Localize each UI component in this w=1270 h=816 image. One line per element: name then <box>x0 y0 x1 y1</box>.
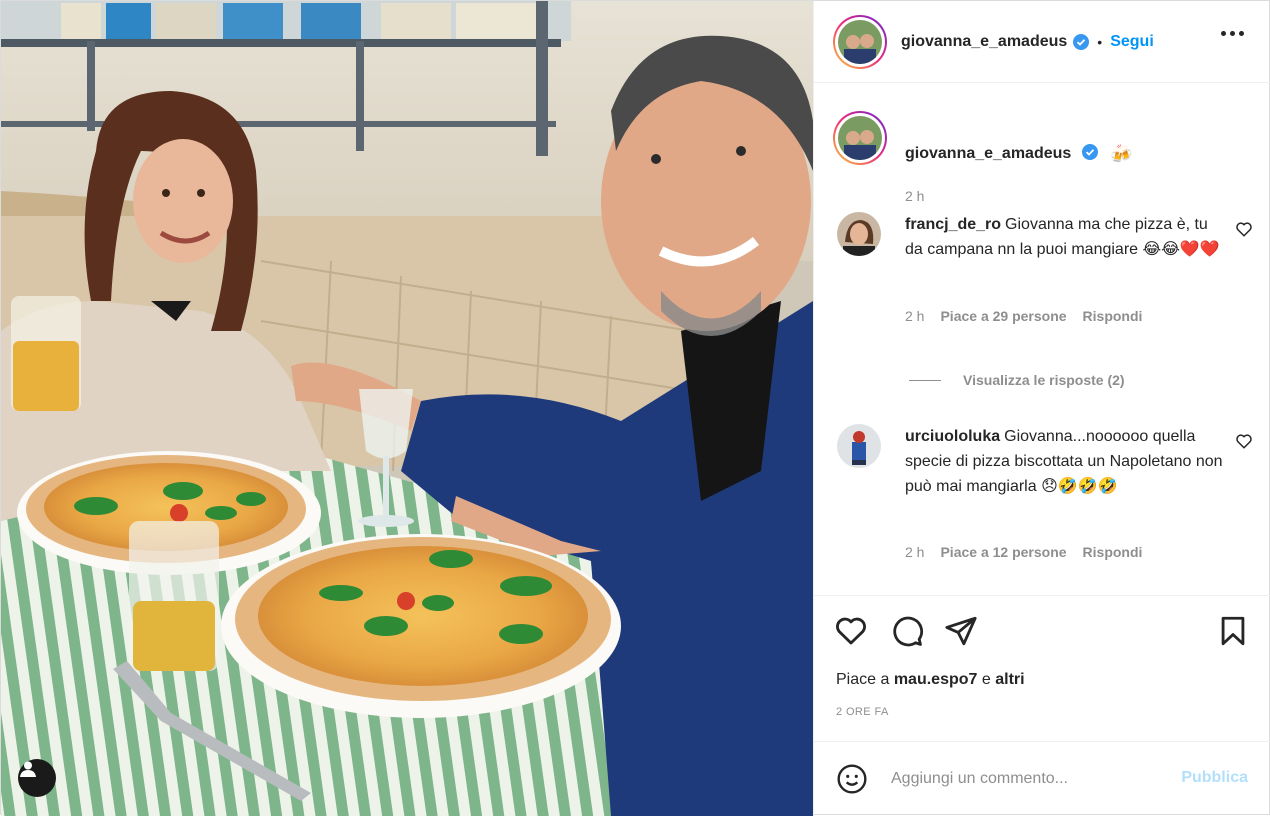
view-replies-button[interactable]: Visualizza le risposte (2) <box>909 372 1125 388</box>
comment-username[interactable]: urciuololuka <box>905 428 1000 445</box>
caption-text: 🍻 <box>1110 144 1133 164</box>
avatar-image <box>838 19 882 64</box>
bookmark-icon[interactable] <box>1216 614 1250 648</box>
post-photo[interactable] <box>1 1 813 816</box>
smiley-icon[interactable] <box>836 763 868 795</box>
comment-icon[interactable] <box>890 614 924 648</box>
author-username[interactable]: giovanna_e_amadeus <box>901 33 1067 51</box>
liker-username[interactable]: mau.espo7 <box>894 671 978 688</box>
user-tag-button[interactable] <box>18 759 56 797</box>
caption-time[interactable]: 2 h <box>905 188 924 204</box>
comment-username[interactable]: francj_de_ro <box>905 216 1001 233</box>
comment-time[interactable]: 2 h <box>905 308 924 324</box>
likes-others-link[interactable]: altri <box>995 671 1024 688</box>
likes-conj: e <box>981 671 991 688</box>
reply-button[interactable]: Rispondi <box>1083 544 1143 560</box>
heart-icon[interactable] <box>834 614 868 648</box>
add-comment-bar: Pubblica <box>814 741 1270 816</box>
replies-line <box>909 379 941 381</box>
caption-avatar[interactable] <box>833 111 887 165</box>
like-comment-icon[interactable] <box>1235 432 1253 450</box>
reply-button[interactable]: Rispondi <box>1083 308 1143 324</box>
commenter-avatar[interactable] <box>837 424 881 468</box>
comment-likes[interactable]: Piace a 29 persone <box>940 308 1066 324</box>
user-tag-icon <box>20 761 36 777</box>
avatar-image <box>838 116 882 160</box>
author-avatar[interactable] <box>833 14 887 69</box>
comment-input[interactable] <box>891 770 1151 788</box>
like-comment-icon[interactable] <box>1235 220 1253 238</box>
post-date[interactable]: 2 ORE FA <box>836 706 889 718</box>
publish-button[interactable]: Pubblica <box>1181 769 1248 787</box>
follow-button[interactable]: Segui <box>1110 33 1154 51</box>
comment-likes[interactable]: Piace a 12 persone <box>940 544 1066 560</box>
verified-badge-icon <box>1073 33 1090 50</box>
more-options-icon[interactable] <box>1221 31 1244 36</box>
comments-section: giovanna_e_amadeus 🍻 2 h francj_de_ro Gi… <box>814 84 1270 594</box>
photo-illustration <box>1 1 813 816</box>
caption-username[interactable]: giovanna_e_amadeus <box>905 145 1071 162</box>
share-icon[interactable] <box>944 614 978 648</box>
verified-badge-icon <box>1081 144 1098 160</box>
post-header: giovanna_e_amadeus • Segui <box>814 1 1270 83</box>
view-replies-label: Visualizza le risposte (2) <box>963 372 1125 388</box>
likes-prefix: Piace a <box>836 671 890 688</box>
commenter-avatar[interactable] <box>837 212 881 256</box>
instagram-post: giovanna_e_amadeus • Segui giovanna_e_am… <box>0 0 1270 816</box>
post-side-panel: giovanna_e_amadeus • Segui giovanna_e_am… <box>813 1 1270 816</box>
comment-time[interactable]: 2 h <box>905 544 924 560</box>
likes-summary: Piace a mau.espo7 e altri <box>836 671 1025 689</box>
post-actions: Piace a mau.espo7 e altri 2 ORE FA <box>814 595 1270 741</box>
header-separator: • <box>1097 33 1103 50</box>
